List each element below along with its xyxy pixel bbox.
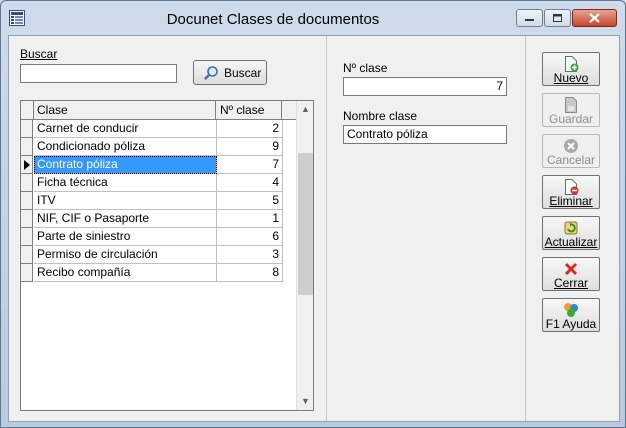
nuevo-button[interactable]: Nuevo: [542, 52, 600, 86]
delete-document-icon: [565, 179, 579, 195]
nuevo-label: Nuevo: [553, 71, 589, 85]
scroll-thumb[interactable]: [298, 153, 313, 295]
num-clase-field[interactable]: 7: [343, 77, 507, 96]
title-bar[interactable]: Docunet Clases de documentos: [1, 1, 625, 37]
row-indicator[interactable]: [21, 138, 33, 156]
grid-header: Clase Nº clase: [21, 101, 301, 120]
eliminar-button[interactable]: Eliminar: [542, 175, 600, 209]
maximize-button[interactable]: [544, 9, 571, 27]
save-icon: [565, 97, 577, 113]
table-row[interactable]: Condicionado póliza 9: [21, 138, 283, 156]
search-icon: [203, 66, 218, 81]
list-pane: Buscar Buscar Clase Nº clase Carnet de c…: [9, 36, 327, 421]
cell-clase[interactable]: NIF, CIF o Pasaporte: [34, 210, 217, 228]
table-row[interactable]: ITV 5: [21, 192, 283, 210]
maximize-icon: [553, 14, 562, 22]
cell-clase[interactable]: Contrato póliza: [34, 156, 217, 174]
cell-num-clase[interactable]: 9: [217, 138, 283, 156]
cell-clase[interactable]: Condicionado póliza: [34, 138, 217, 156]
window-title: Docunet Clases de documentos: [166, 11, 380, 28]
table-row[interactable]: Permiso de circulación 3: [21, 246, 283, 264]
table-row[interactable]: NIF, CIF o Pasaporte 1: [21, 210, 283, 228]
cell-num-clase[interactable]: 2: [217, 120, 283, 138]
cell-num-clase[interactable]: 3: [217, 246, 283, 264]
header-indicator: [21, 101, 34, 119]
table-row[interactable]: Contrato póliza 7: [21, 156, 283, 174]
cell-clase[interactable]: Carnet de conducir: [34, 120, 217, 138]
cerrar-label: Cerrar: [553, 276, 588, 290]
minimize-button[interactable]: [516, 9, 543, 27]
ayuda-label: F1 Ayuda: [545, 317, 597, 331]
cell-num-clase[interactable]: 7: [217, 156, 283, 174]
column-header-clase[interactable]: Clase: [34, 101, 216, 119]
eliminar-label: Eliminar: [549, 194, 593, 208]
scroll-down-arrow-icon[interactable]: ▼: [297, 393, 313, 410]
minimize-icon: [525, 19, 534, 21]
row-indicator[interactable]: [21, 174, 33, 192]
help-icon: [564, 303, 578, 317]
cell-num-clase[interactable]: 6: [217, 228, 283, 246]
close-icon: [589, 13, 600, 23]
table-row[interactable]: Recibo compañía 8: [21, 264, 283, 282]
actualizar-label: Actualizar: [544, 235, 598, 249]
cancelar-label: Cancelar: [546, 153, 596, 167]
table-row[interactable]: Carnet de conducir 2: [21, 120, 283, 138]
client-area: Buscar Buscar Clase Nº clase Carnet de c…: [8, 35, 620, 422]
search-button-label: Buscar: [224, 66, 262, 80]
cell-num-clase[interactable]: 5: [217, 192, 283, 210]
cell-num-clase[interactable]: 8: [217, 264, 283, 282]
nombre-clase-label: Nombre clase: [343, 109, 418, 123]
actualizar-button[interactable]: Actualizar: [542, 216, 600, 250]
app-window: Docunet Clases de documentos Buscar Busc…: [0, 0, 626, 428]
guardar-label: Guardar: [548, 112, 594, 126]
cell-clase[interactable]: ITV: [34, 192, 217, 210]
vertical-scrollbar[interactable]: ▲ ▼: [296, 101, 313, 410]
row-indicator[interactable]: [21, 264, 33, 282]
cancel-icon: [564, 139, 578, 153]
row-indicator[interactable]: [21, 120, 33, 138]
row-indicator[interactable]: [21, 192, 33, 210]
current-row-arrow-icon: [24, 160, 30, 170]
column-header-num-clase[interactable]: Nº clase: [217, 101, 282, 119]
detail-pane: Nº clase 7 Nombre clase Contrato póliza: [327, 36, 526, 421]
cell-num-clase[interactable]: 1: [217, 210, 283, 228]
guardar-button[interactable]: Guardar: [542, 93, 600, 127]
close-button[interactable]: [572, 9, 617, 27]
refresh-icon: [564, 221, 578, 235]
search-input[interactable]: [20, 64, 177, 83]
scroll-up-arrow-icon[interactable]: ▲: [297, 101, 313, 118]
nombre-clase-field[interactable]: Contrato póliza: [343, 125, 507, 144]
row-indicator[interactable]: [21, 156, 33, 174]
row-indicator[interactable]: [21, 210, 33, 228]
new-document-icon: [565, 56, 579, 72]
classes-grid[interactable]: Clase Nº clase Carnet de conducir 2 Condic…: [20, 100, 314, 411]
cell-clase[interactable]: Parte de siniestro: [34, 228, 217, 246]
cancelar-button[interactable]: Cancelar: [542, 134, 600, 168]
search-button[interactable]: Buscar: [193, 60, 267, 85]
table-row[interactable]: Parte de siniestro 6: [21, 228, 283, 246]
cell-num-clase[interactable]: 4: [217, 174, 283, 192]
search-label: Buscar: [20, 47, 58, 61]
cerrar-button[interactable]: Cerrar: [542, 257, 600, 291]
cell-clase[interactable]: Ficha técnica: [34, 174, 217, 192]
cell-clase[interactable]: Recibo compañía: [34, 264, 217, 282]
row-indicator[interactable]: [21, 246, 33, 264]
toolbar: Nuevo Guardar Cancelar Eliminar Actualiz…: [526, 36, 619, 421]
cell-clase[interactable]: Permiso de circulación: [34, 246, 217, 264]
row-indicator[interactable]: [21, 228, 33, 246]
ayuda-button[interactable]: F1 Ayuda: [542, 298, 600, 332]
table-row[interactable]: Ficha técnica 4: [21, 174, 283, 192]
num-clase-label: Nº clase: [343, 61, 388, 75]
cross-icon: [564, 262, 578, 276]
